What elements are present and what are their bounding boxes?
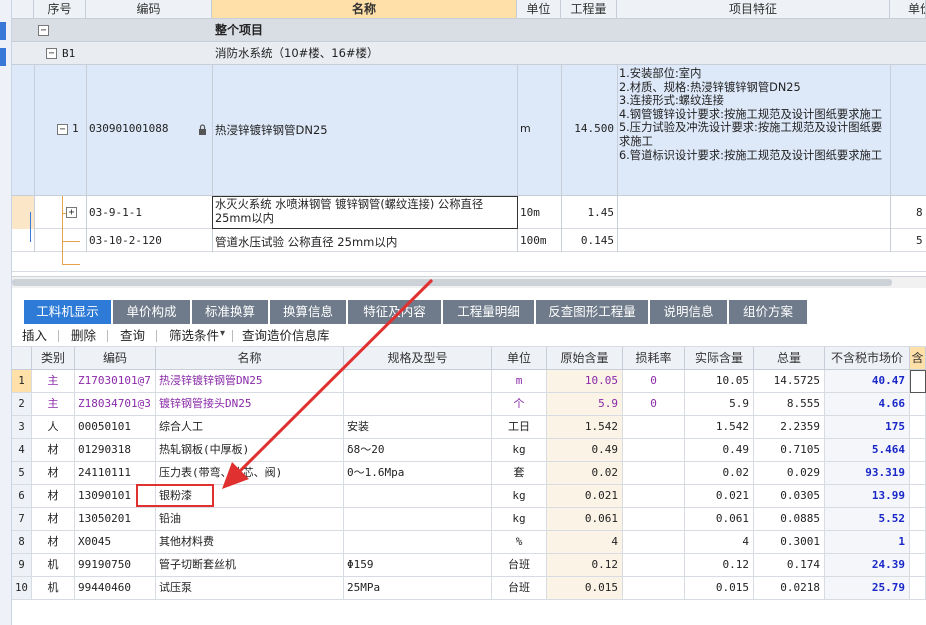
annotation-arrow-line [236, 278, 434, 475]
annotation-arrow [222, 278, 434, 489]
